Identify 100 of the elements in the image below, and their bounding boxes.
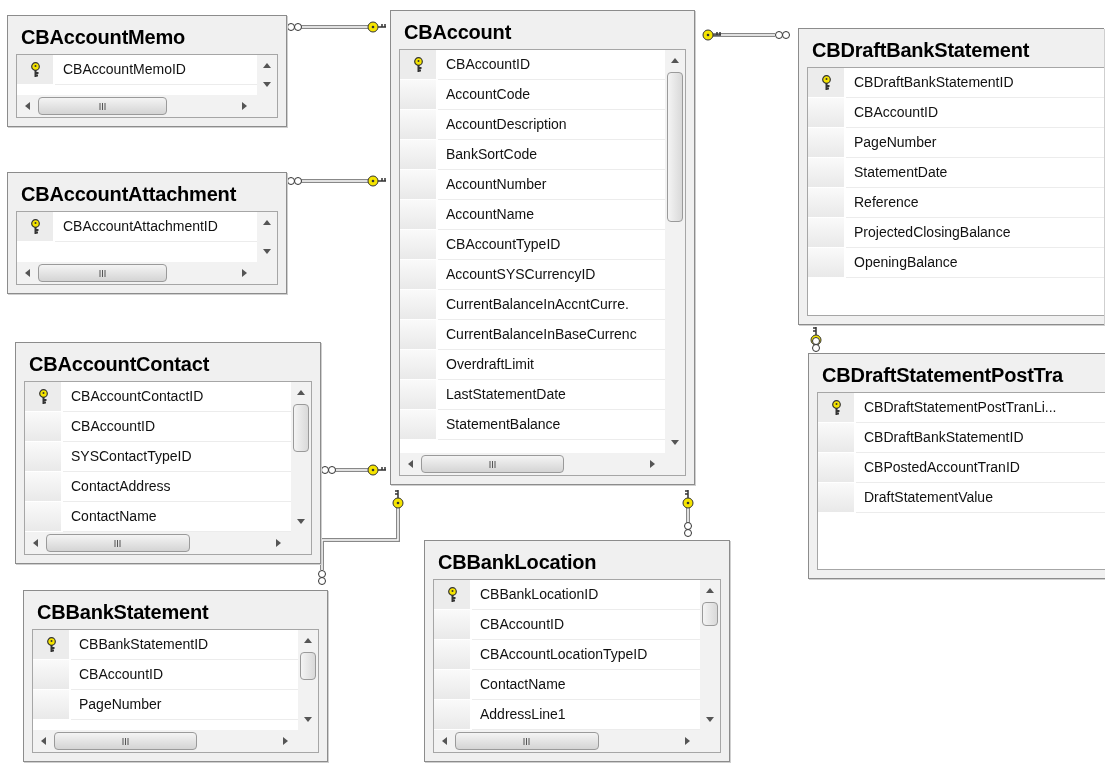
scrollbar-thumb[interactable] (455, 732, 599, 750)
scroll-up-icon[interactable] (706, 588, 714, 593)
scroll-left-icon[interactable] (25, 102, 30, 110)
row-selector[interactable] (25, 382, 63, 412)
vertical-scrollbar[interactable] (665, 50, 685, 453)
scroll-right-icon[interactable] (242, 102, 247, 110)
scroll-down-icon[interactable] (263, 82, 271, 87)
column-name: CBAccountID (479, 615, 565, 634)
grip-icon (489, 460, 497, 468)
column-name: ProjectedClosingBalance (853, 223, 1011, 242)
vertical-scrollbar[interactable] (298, 630, 318, 730)
horizontal-scrollbar[interactable] (25, 532, 311, 554)
table-card[interactable]: CBAccountContact CBAccountContactID CBAccountID SYSContactTypeID ContactAddress ContactName (15, 342, 321, 564)
column-name: AddressLine1 (479, 705, 566, 724)
horizontal-scrollbar[interactable] (17, 262, 277, 284)
table-title: CBDraftStatementPostTra (821, 363, 1065, 388)
column-name: ContactAddress (70, 477, 171, 496)
scroll-up-icon[interactable] (263, 220, 271, 225)
column-name: StatementBalance (445, 415, 561, 434)
column-name: CBAccountTypeID (445, 235, 561, 254)
key-icon (37, 388, 49, 405)
scroll-up-icon[interactable] (671, 58, 679, 63)
scroll-down-icon[interactable] (671, 440, 679, 445)
column-name: CBDraftBankStatementID (863, 428, 1024, 447)
column-name: CBAccountID (445, 55, 531, 74)
scrollbar-thumb[interactable] (293, 404, 309, 452)
scrollbar-thumb[interactable] (38, 97, 167, 115)
table-card[interactable]: CBAccountMemo CBAccountMemoID (7, 15, 287, 127)
table-card[interactable] (390, 10, 695, 485)
scrollbar-thumb[interactable] (667, 72, 683, 222)
scrollbar-thumb[interactable] (38, 264, 167, 282)
scroll-right-icon[interactable] (242, 269, 247, 277)
scroll-left-icon[interactable] (408, 460, 413, 468)
horizontal-scrollbar[interactable] (17, 95, 277, 117)
scrollbar-thumb[interactable] (46, 534, 190, 552)
column-name: AccountName (445, 205, 534, 224)
column-name: CBAccountID (70, 417, 156, 436)
scroll-left-icon[interactable] (33, 539, 38, 547)
column-name: AccountCode (445, 85, 531, 104)
row-selector[interactable] (17, 212, 55, 242)
column-name: StatementDate (853, 163, 948, 182)
scroll-up-icon[interactable] (297, 390, 305, 395)
row-selector[interactable] (808, 68, 846, 98)
horizontal-scrollbar[interactable] (434, 730, 720, 752)
grip-icon (98, 269, 106, 277)
scrollbar-thumb[interactable] (702, 602, 718, 626)
column-name: CBAccountMemoID (62, 60, 186, 79)
table-card[interactable]: CBBankLocation CBBankLocationID CBAccountID CBAccountLocationTypeID ContactName AddressLine1 (424, 540, 730, 762)
scroll-right-icon[interactable] (650, 460, 655, 468)
column-name: DraftStatementValue (863, 488, 993, 507)
scroll-right-icon[interactable] (276, 539, 281, 547)
table-card[interactable]: CBDraftBankStatement CBDraftBankStatementID CBAccountID PageNumber StatementDate Reference ProjectedClosingBalance OpeningBalance (798, 28, 1104, 325)
column-name: ContactName (70, 507, 157, 526)
table-title: CBAccountMemo (20, 25, 187, 50)
scroll-up-icon[interactable] (304, 638, 312, 643)
scroll-down-icon[interactable] (297, 519, 305, 524)
scroll-up-icon[interactable] (263, 63, 271, 68)
column-name: CBPostedAccountTranID (863, 458, 1020, 477)
scroll-down-icon[interactable] (263, 249, 271, 254)
grip-icon (523, 737, 531, 745)
column-name: Reference (853, 193, 919, 212)
column-name: ContactName (479, 675, 566, 694)
scrollbar-thumb[interactable] (54, 732, 198, 750)
row-selector[interactable] (400, 50, 438, 80)
column-name: CBAccountID (78, 665, 164, 684)
scrollbar-thumb[interactable] (421, 455, 565, 473)
table-card[interactable]: CBBankStatement CBBankStatementID CBAccountID PageNumber (23, 590, 328, 762)
column-name: CBDraftBankStatementID (853, 73, 1014, 92)
column-name: AccountNumber (445, 175, 547, 194)
vertical-scrollbar[interactable] (257, 55, 277, 95)
grip-icon (122, 737, 130, 745)
scroll-down-icon[interactable] (304, 717, 312, 722)
scroll-right-icon[interactable] (685, 737, 690, 745)
row-selector[interactable] (33, 630, 71, 660)
table-card[interactable]: CBDraftStatementPostTra CBDraftStatementPostTranLi... CBDraftBankStatementID CBPostedAccountTranID DraftStatementValue (808, 353, 1105, 579)
key-icon (446, 586, 458, 603)
scroll-left-icon[interactable] (25, 269, 30, 277)
vertical-scrollbar[interactable] (257, 212, 277, 262)
row-selector[interactable] (17, 55, 55, 85)
horizontal-scrollbar[interactable] (33, 730, 318, 752)
table-title: CBBankStatement (36, 600, 210, 625)
scroll-left-icon[interactable] (442, 737, 447, 745)
scroll-left-icon[interactable] (41, 737, 46, 745)
vertical-scrollbar[interactable] (700, 580, 720, 730)
table-title: CBAccountAttachment (20, 182, 238, 207)
scroll-right-icon[interactable] (283, 737, 288, 745)
table-title: CBDraftBankStatement (811, 38, 1031, 63)
vertical-scrollbar[interactable] (291, 382, 311, 532)
table-card[interactable]: CBAccountAttachment CBAccountAttachmentID (7, 172, 287, 294)
column-name: OverdraftLimit (445, 355, 534, 374)
column-name: CBAccountID (853, 103, 939, 122)
column-name: AccountDescription (445, 115, 567, 134)
column-name: CurrentBalanceInAccntCurre. (445, 295, 629, 314)
key-icon (29, 61, 41, 78)
row-selector[interactable] (818, 393, 856, 423)
row-selector[interactable] (434, 580, 472, 610)
horizontal-scrollbar[interactable] (400, 453, 685, 475)
scrollbar-thumb[interactable] (300, 652, 316, 680)
scroll-down-icon[interactable] (706, 717, 714, 722)
column-name: PageNumber (78, 695, 162, 714)
